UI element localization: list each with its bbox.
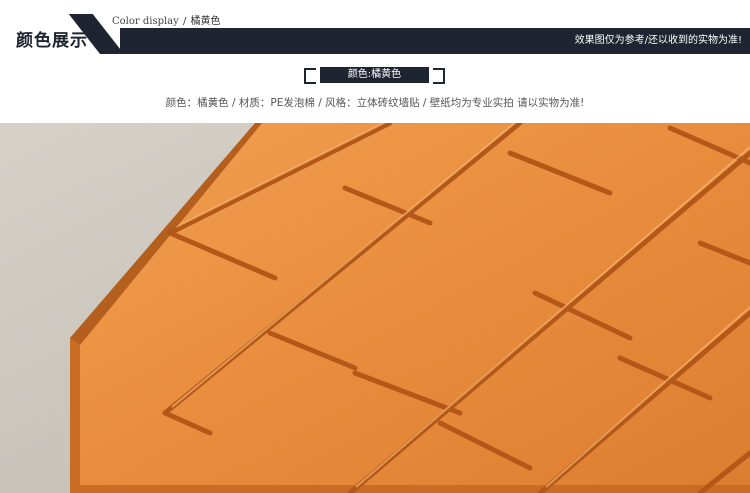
color-tag: 颜色:橘黄色 [304, 67, 445, 84]
label-separator: / [182, 16, 187, 27]
tag-bracket-left-icon [304, 68, 316, 84]
chinese-label: 橘黄色 [190, 16, 221, 27]
color-tag-label: 颜色:橘黄色 [320, 67, 429, 83]
brick-wall-photo [0, 123, 750, 493]
section-title: 颜色展示 [16, 31, 88, 51]
tag-bracket-right-icon [433, 68, 445, 84]
product-description: 颜色：橘黄色 / 材质：PE发泡棉 / 风格：立体砖纹墙贴 / 壁纸均为专业实拍… [165, 97, 585, 109]
header-top: Color display / 橘黄色 [0, 0, 750, 28]
color-display-label: Color display / 橘黄色 [112, 12, 221, 27]
product-color-section: Color display / 橘黄色 颜色展示 效果图仅为参考/还以收到的实物… [0, 0, 750, 493]
english-label: Color display [112, 16, 179, 27]
product-photo [0, 123, 750, 493]
disclaimer-note: 效果图仅为参考/还以收到的实物为准! [574, 35, 742, 46]
